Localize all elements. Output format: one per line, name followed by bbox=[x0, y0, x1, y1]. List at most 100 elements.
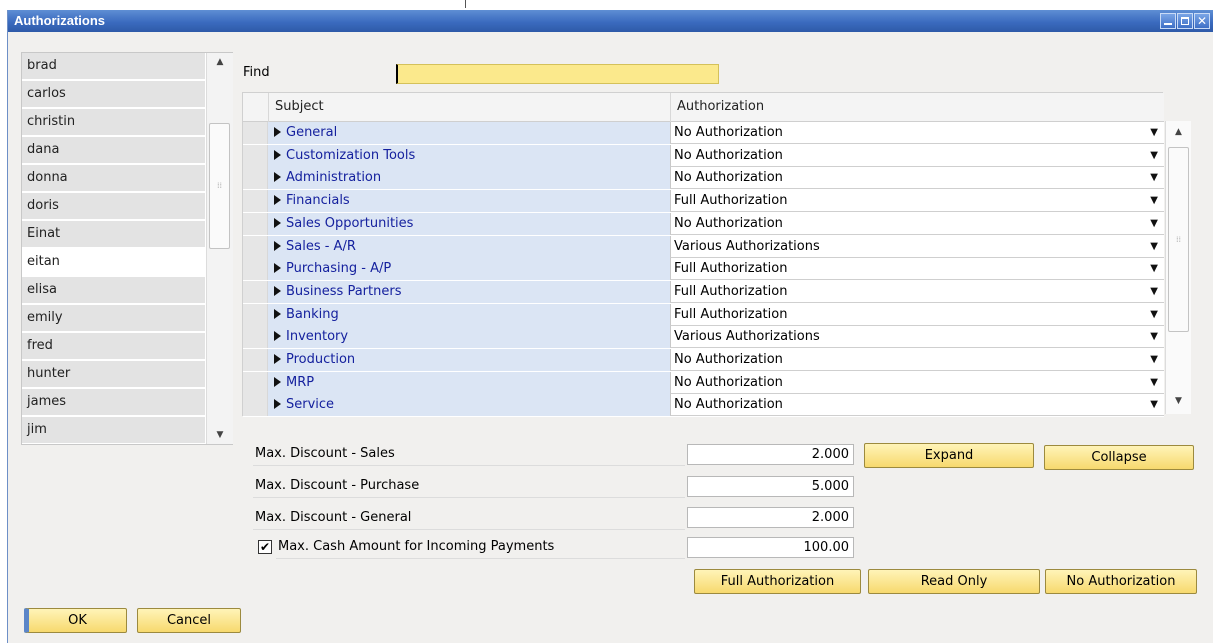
table-row[interactable]: Production No Authorization ▼ bbox=[243, 349, 1164, 372]
subject-cell[interactable]: Customization Tools bbox=[268, 144, 670, 167]
scroll-thumb[interactable]: ⁞⁞ bbox=[209, 123, 230, 249]
subject-cell[interactable]: Sales - A/R bbox=[268, 235, 670, 258]
subject-column-header[interactable]: Subject bbox=[268, 93, 671, 122]
user-list-scrollbar[interactable]: ▲ ⁞⁞ ▼ bbox=[206, 53, 233, 444]
table-row[interactable]: Customization Tools No Authorization ▼ bbox=[243, 144, 1164, 168]
authorization-column-header[interactable]: Authorization bbox=[670, 93, 1164, 122]
dropdown-arrow-icon[interactable]: ▼ bbox=[1150, 349, 1158, 371]
authorization-dropdown[interactable]: Various Authorizations ▼ bbox=[670, 326, 1164, 349]
subject-cell[interactable]: Purchasing - A/P bbox=[268, 258, 670, 281]
table-row[interactable]: Purchasing - A/P Full Authorization ▼ bbox=[243, 258, 1164, 282]
subject-cell[interactable]: Business Partners bbox=[268, 280, 670, 303]
expand-arrow-icon[interactable] bbox=[274, 354, 281, 364]
dropdown-arrow-icon[interactable]: ▼ bbox=[1150, 236, 1158, 258]
authorization-dropdown[interactable]: No Authorization ▼ bbox=[670, 144, 1164, 167]
max-discount-general-field[interactable]: 2.000 bbox=[687, 507, 854, 528]
subject-cell[interactable]: Financials bbox=[268, 190, 670, 213]
minimize-button[interactable] bbox=[1160, 13, 1176, 29]
row-header[interactable] bbox=[243, 371, 268, 394]
find-input[interactable] bbox=[396, 64, 719, 84]
full-authorization-button[interactable]: Full Authorization bbox=[694, 569, 861, 594]
dropdown-arrow-icon[interactable]: ▼ bbox=[1150, 122, 1158, 144]
dropdown-arrow-icon[interactable]: ▼ bbox=[1150, 145, 1158, 167]
table-row[interactable]: Service No Authorization ▼ bbox=[243, 394, 1164, 418]
table-row[interactable]: General No Authorization ▼ bbox=[243, 122, 1164, 145]
expand-arrow-icon[interactable] bbox=[274, 308, 281, 319]
user-list-item[interactable]: carlos bbox=[22, 81, 205, 108]
expand-arrow-icon[interactable] bbox=[274, 399, 281, 410]
row-header[interactable] bbox=[243, 303, 268, 326]
row-header[interactable] bbox=[243, 144, 268, 167]
dropdown-arrow-icon[interactable]: ▼ bbox=[1150, 372, 1158, 394]
row-header[interactable] bbox=[243, 394, 268, 417]
subject-cell[interactable]: MRP bbox=[268, 371, 670, 394]
authorization-dropdown[interactable]: No Authorization ▼ bbox=[670, 394, 1164, 417]
row-header[interactable] bbox=[243, 167, 268, 190]
authorization-dropdown[interactable]: Full Authorization ▼ bbox=[670, 258, 1164, 281]
expand-arrow-icon[interactable] bbox=[274, 376, 281, 387]
expand-arrow-icon[interactable] bbox=[274, 331, 281, 342]
user-list-item[interactable]: elisa bbox=[22, 277, 205, 304]
row-header[interactable] bbox=[243, 258, 268, 281]
max-discount-purchase-field[interactable]: 5.000 bbox=[687, 476, 854, 497]
expand-arrow-icon[interactable] bbox=[274, 172, 281, 183]
table-row[interactable]: Inventory Various Authorizations ▼ bbox=[243, 326, 1164, 350]
row-header[interactable] bbox=[243, 280, 268, 303]
max-cash-checkbox[interactable]: ✔ bbox=[258, 540, 272, 554]
user-list-item[interactable]: james bbox=[22, 389, 205, 416]
no-authorization-button[interactable]: No Authorization bbox=[1045, 569, 1197, 594]
user-list-item[interactable]: christin bbox=[22, 109, 205, 136]
row-header[interactable] bbox=[243, 190, 268, 213]
authorization-dropdown[interactable]: Full Authorization ▼ bbox=[670, 303, 1164, 326]
dropdown-arrow-icon[interactable]: ▼ bbox=[1150, 167, 1158, 189]
table-row[interactable]: Sales Opportunities No Authorization ▼ bbox=[243, 212, 1164, 236]
grid-scroll-thumb[interactable]: ⁞⁞ bbox=[1168, 147, 1189, 332]
user-list-item[interactable]: dana bbox=[22, 137, 205, 164]
user-list[interactable]: brad carlos christin dana donna doris Einat eit… bbox=[21, 52, 233, 445]
expand-arrow-icon[interactable] bbox=[274, 217, 281, 228]
ok-button[interactable]: OK bbox=[24, 608, 127, 633]
user-list-item[interactable]: eitan bbox=[22, 249, 205, 276]
title-bar[interactable]: Authorizations ✕ bbox=[8, 10, 1213, 32]
subject-cell[interactable]: Service bbox=[268, 394, 670, 417]
row-header[interactable] bbox=[243, 326, 268, 349]
collapse-button[interactable]: Collapse bbox=[1044, 445, 1194, 470]
expand-arrow-icon[interactable] bbox=[274, 240, 281, 251]
authorization-dropdown[interactable]: No Authorization ▼ bbox=[670, 122, 1164, 144]
authorization-dropdown[interactable]: No Authorization ▼ bbox=[670, 349, 1164, 371]
table-row[interactable]: MRP No Authorization ▼ bbox=[243, 371, 1164, 395]
row-header[interactable] bbox=[243, 122, 268, 144]
user-list-item[interactable]: doris bbox=[22, 193, 205, 220]
authorization-dropdown[interactable]: No Authorization ▼ bbox=[670, 167, 1164, 190]
authorization-dropdown[interactable]: Full Authorization ▼ bbox=[670, 190, 1164, 213]
grid-scroll-up-icon[interactable]: ▲ bbox=[1166, 125, 1191, 139]
dropdown-arrow-icon[interactable]: ▼ bbox=[1150, 213, 1158, 235]
row-header[interactable] bbox=[243, 212, 268, 235]
subject-cell[interactable]: Administration bbox=[268, 167, 670, 190]
expand-arrow-icon[interactable] bbox=[274, 149, 281, 160]
maximize-button[interactable] bbox=[1177, 13, 1193, 29]
subject-cell[interactable]: Sales Opportunities bbox=[268, 212, 670, 235]
subject-cell[interactable]: Banking bbox=[268, 303, 670, 326]
dropdown-arrow-icon[interactable]: ▼ bbox=[1150, 304, 1158, 326]
user-list-item[interactable]: jim bbox=[22, 417, 205, 444]
scroll-up-icon[interactable]: ▲ bbox=[207, 55, 233, 69]
dropdown-arrow-icon[interactable]: ▼ bbox=[1150, 326, 1158, 348]
subject-cell[interactable]: General bbox=[268, 122, 670, 144]
user-list-item[interactable]: fred bbox=[22, 333, 205, 360]
expand-arrow-icon[interactable] bbox=[274, 263, 281, 274]
grid-scrollbar[interactable]: ▲ ⁞⁞ ▼ bbox=[1165, 121, 1191, 414]
user-list-item[interactable]: emily bbox=[22, 305, 205, 332]
subject-cell[interactable]: Inventory bbox=[268, 326, 670, 349]
user-list-item[interactable]: Einat bbox=[22, 221, 205, 248]
subject-cell[interactable]: Production bbox=[268, 349, 670, 371]
close-button[interactable]: ✕ bbox=[1194, 13, 1210, 29]
max-cash-field[interactable]: 100.00 bbox=[687, 537, 854, 558]
table-row[interactable]: Banking Full Authorization ▼ bbox=[243, 303, 1164, 327]
table-row[interactable]: Financials Full Authorization ▼ bbox=[243, 190, 1164, 214]
scroll-down-icon[interactable]: ▼ bbox=[207, 428, 233, 442]
dropdown-arrow-icon[interactable]: ▼ bbox=[1150, 258, 1158, 280]
max-discount-sales-field[interactable]: 2.000 bbox=[687, 444, 854, 465]
authorization-dropdown[interactable]: No Authorization ▼ bbox=[670, 212, 1164, 235]
read-only-button[interactable]: Read Only bbox=[868, 569, 1040, 594]
